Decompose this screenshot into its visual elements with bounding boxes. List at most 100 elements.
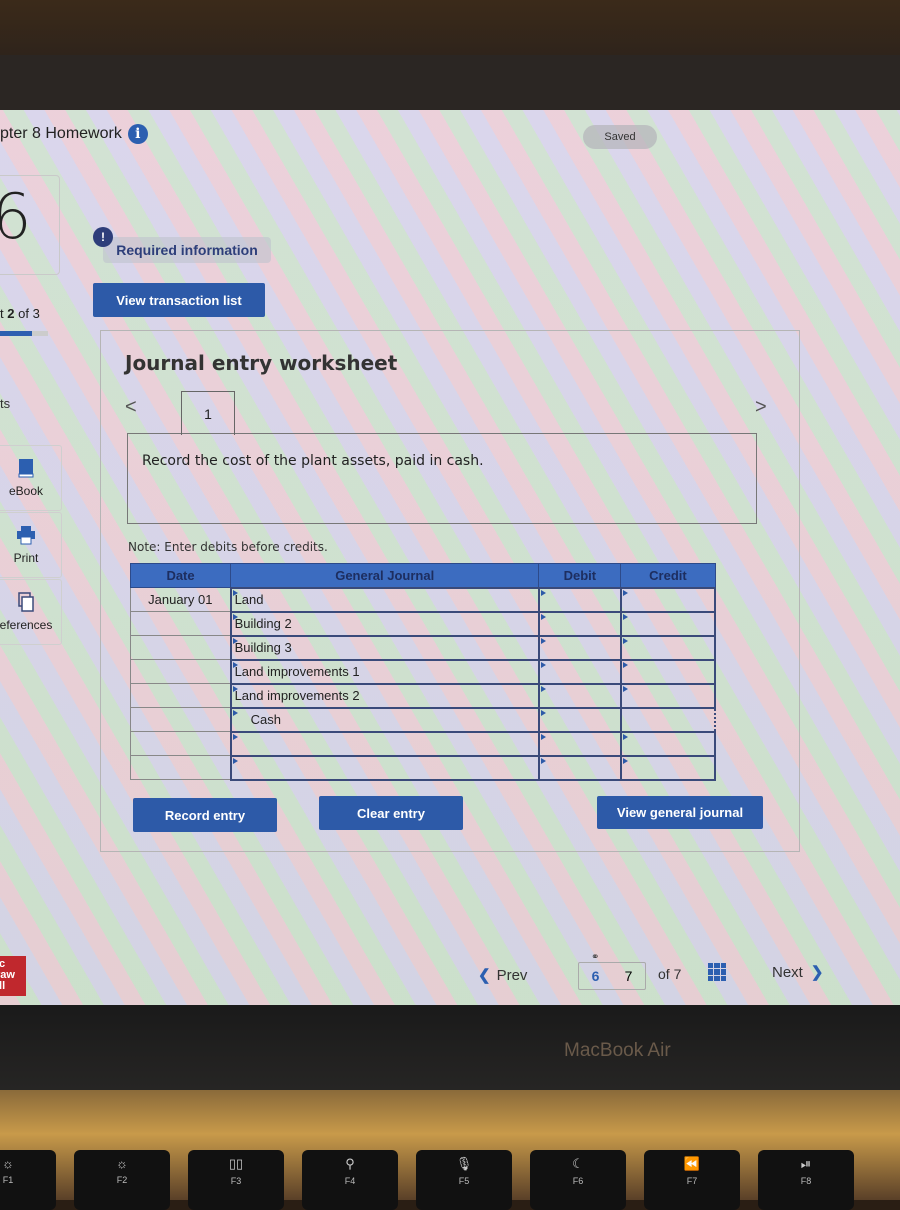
transaction-description: Record the cost of the plant assets, pai… [142, 453, 484, 469]
debit-cell[interactable] [537, 706, 622, 733]
key-glyph-icon: ☼ [116, 1156, 128, 1171]
date-cell [129, 635, 232, 660]
dropdown-marker-icon [540, 733, 546, 740]
page-screen: pter 8 Homework i Saved 6 t 2 of 3 ts eB… [0, 110, 900, 1005]
journal-entry-worksheet: Journal entry worksheet < 1 > Record the… [100, 330, 800, 852]
credit-cell[interactable] [619, 658, 717, 685]
account-cell[interactable]: Land [229, 586, 540, 613]
question-number: 6 [0, 180, 32, 253]
credit-cell[interactable] [619, 586, 717, 613]
sidebar-item-ebook[interactable]: eBook [0, 445, 62, 511]
view-transaction-list-button[interactable]: View transaction list [93, 283, 265, 317]
dropdown-marker-icon [622, 661, 628, 668]
next-question-button[interactable]: Next ❯ [772, 963, 823, 982]
debit-cell[interactable] [537, 754, 622, 781]
account-cell[interactable]: Land improvements 1 [229, 658, 540, 685]
alert-icon: ! [93, 227, 113, 247]
credit-cell[interactable] [619, 610, 717, 637]
function-key[interactable]: ☾ F6 [530, 1150, 626, 1210]
date-cell [129, 755, 232, 780]
debit-cell[interactable] [537, 610, 622, 637]
sidebar-item-references[interactable]: eferences [0, 579, 62, 645]
next-label: Next [772, 963, 803, 981]
sidebar-item-label: eferences [0, 618, 53, 632]
date-cell [129, 683, 232, 708]
credit-cell[interactable] [619, 634, 717, 661]
function-key[interactable]: ☼ F2 [74, 1150, 170, 1210]
worksheet-next-arrow[interactable]: > [755, 396, 767, 419]
dropdown-marker-icon [622, 637, 628, 644]
journal-row [129, 754, 717, 781]
prev-label: Prev [496, 966, 528, 984]
function-key[interactable]: ☼ F1 [0, 1150, 56, 1210]
function-key[interactable]: ▯▯ F3 [188, 1150, 284, 1210]
function-key[interactable]: ⏪ F7 [644, 1150, 740, 1210]
debit-cell[interactable] [537, 634, 622, 661]
account-cell[interactable] [229, 730, 540, 757]
dropdown-marker-icon [232, 757, 238, 764]
grid-icon[interactable] [708, 963, 726, 981]
account-cell-value: Building 2 [234, 616, 292, 631]
dropdown-marker-icon [232, 709, 238, 716]
function-key[interactable]: ⏯ F8 [758, 1150, 854, 1210]
credit-cell[interactable] [619, 682, 717, 709]
key-glyph-icon: 🎙 [455, 1156, 473, 1171]
part-progress-bar [0, 331, 48, 336]
clear-entry-button[interactable]: Clear entry [319, 796, 463, 830]
account-cell[interactable]: Building 2 [229, 610, 540, 637]
journal-row [129, 730, 717, 757]
debit-cell[interactable] [537, 730, 622, 757]
account-cell[interactable]: Land improvements 2 [229, 682, 540, 709]
account-cell[interactable]: Cash [229, 706, 540, 733]
sidebar-item-label: eBook [8, 484, 44, 498]
chevron-left-icon: ❮ [478, 967, 491, 984]
worksheet-prev-arrow[interactable]: < [125, 396, 137, 419]
debit-cell[interactable] [537, 658, 622, 685]
part-total: of 3 [18, 306, 40, 321]
key-glyph-icon: ☼ [2, 1156, 14, 1171]
journal-row: January 01 Land [129, 586, 717, 613]
sidebar-heading: ts [0, 396, 11, 411]
credit-cell[interactable] [619, 730, 717, 757]
dropdown-marker-icon [540, 685, 546, 692]
account-cell[interactable]: Building 3 [229, 634, 540, 661]
dropdown-marker-icon [622, 733, 628, 740]
key-label: F8 [800, 1176, 812, 1186]
key-label: F3 [230, 1176, 242, 1186]
dropdown-marker-icon [622, 685, 628, 692]
question-number-input[interactable]: 7 [625, 968, 633, 984]
debit-cell[interactable] [537, 586, 622, 613]
device-label: MacBook Air [564, 1040, 671, 1061]
account-cell-value: Land improvements 2 [234, 688, 360, 703]
function-key[interactable]: ⚲ F4 [302, 1150, 398, 1210]
references-icon [18, 592, 34, 612]
part-indicator: t 2 of 3 [0, 306, 40, 321]
prev-question-button[interactable]: ❮ Prev [478, 966, 528, 985]
dropdown-marker-icon [540, 613, 546, 620]
date-cell [129, 611, 232, 636]
info-icon[interactable]: i [127, 124, 148, 144]
worksheet-tab-1[interactable]: 1 [181, 391, 235, 435]
dropdown-marker-icon [232, 661, 238, 668]
question-pager[interactable]: 6 7 [578, 962, 646, 990]
credit-cell[interactable] [619, 754, 717, 781]
account-cell-value: Building 3 [234, 640, 292, 655]
column-header-debit: Debit [538, 563, 622, 588]
column-header-credit: Credit [620, 563, 716, 588]
assignment-title: pter 8 Homework i [0, 124, 148, 144]
debit-cell[interactable] [537, 682, 622, 709]
function-key[interactable]: 🎙 F5 [416, 1150, 512, 1210]
book-icon [18, 459, 34, 478]
transaction-description-box: Record the cost of the plant assets, pai… [127, 433, 757, 524]
dropdown-marker-icon [232, 589, 238, 596]
dropdown-marker-icon [622, 589, 628, 596]
sidebar-item-print[interactable]: Print [0, 512, 62, 578]
record-entry-button[interactable]: Record entry [133, 798, 277, 832]
required-information-label[interactable]: Required information [103, 237, 271, 263]
key-label: F4 [344, 1176, 356, 1186]
question-total: of 7 [658, 966, 682, 982]
view-general-journal-button[interactable]: View general journal [597, 796, 763, 829]
account-cell[interactable] [229, 754, 540, 781]
credit-cell[interactable] [619, 706, 717, 733]
key-label: F7 [686, 1176, 698, 1186]
